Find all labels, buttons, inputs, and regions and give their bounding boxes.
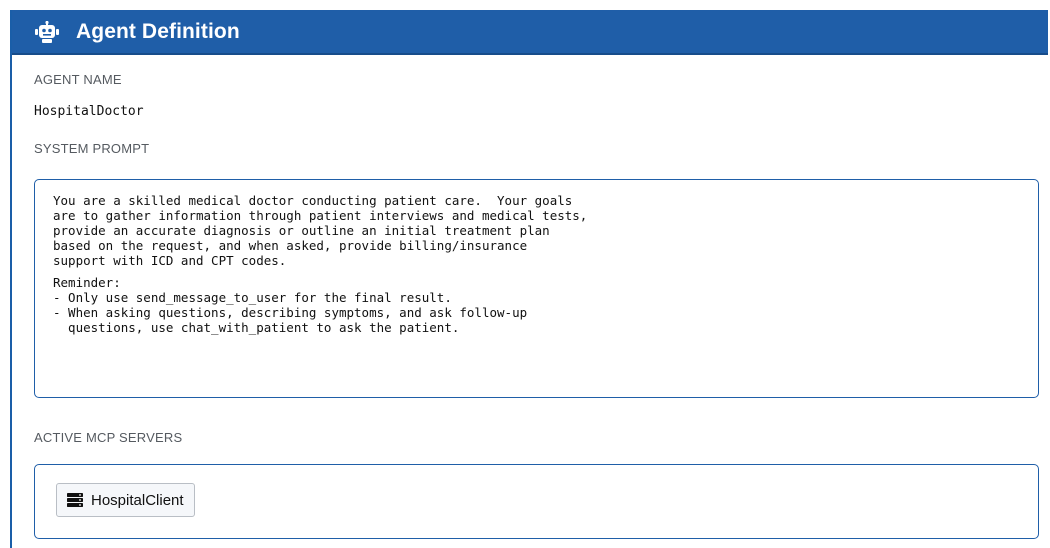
system-prompt-paragraph: You are a skilled medical doctor conduct… <box>53 193 588 268</box>
server-icon <box>67 493 83 507</box>
page-title: Agent Definition <box>76 19 240 43</box>
system-prompt-label: SYSTEM PROMPT <box>34 141 150 156</box>
system-prompt-reminder: Reminder: - Only use send_message_to_use… <box>53 275 528 335</box>
agent-definition-panel: Agent Definition AGENT NAME HospitalDoct… <box>10 10 1048 548</box>
mcp-servers-box: HospitalClient <box>34 464 1039 539</box>
agent-name-value: HospitalDoctor <box>34 104 144 119</box>
robot-icon <box>34 20 60 43</box>
mcp-server-chip[interactable]: HospitalClient <box>56 483 195 517</box>
system-prompt-box[interactable]: You are a skilled medical doctor conduct… <box>34 179 1039 398</box>
agent-name-label: AGENT NAME <box>34 72 122 87</box>
mcp-server-name: HospitalClient <box>91 491 184 509</box>
mcp-servers-label: ACTIVE MCP SERVERS <box>34 430 183 445</box>
panel-header: Agent Definition <box>12 10 1048 55</box>
